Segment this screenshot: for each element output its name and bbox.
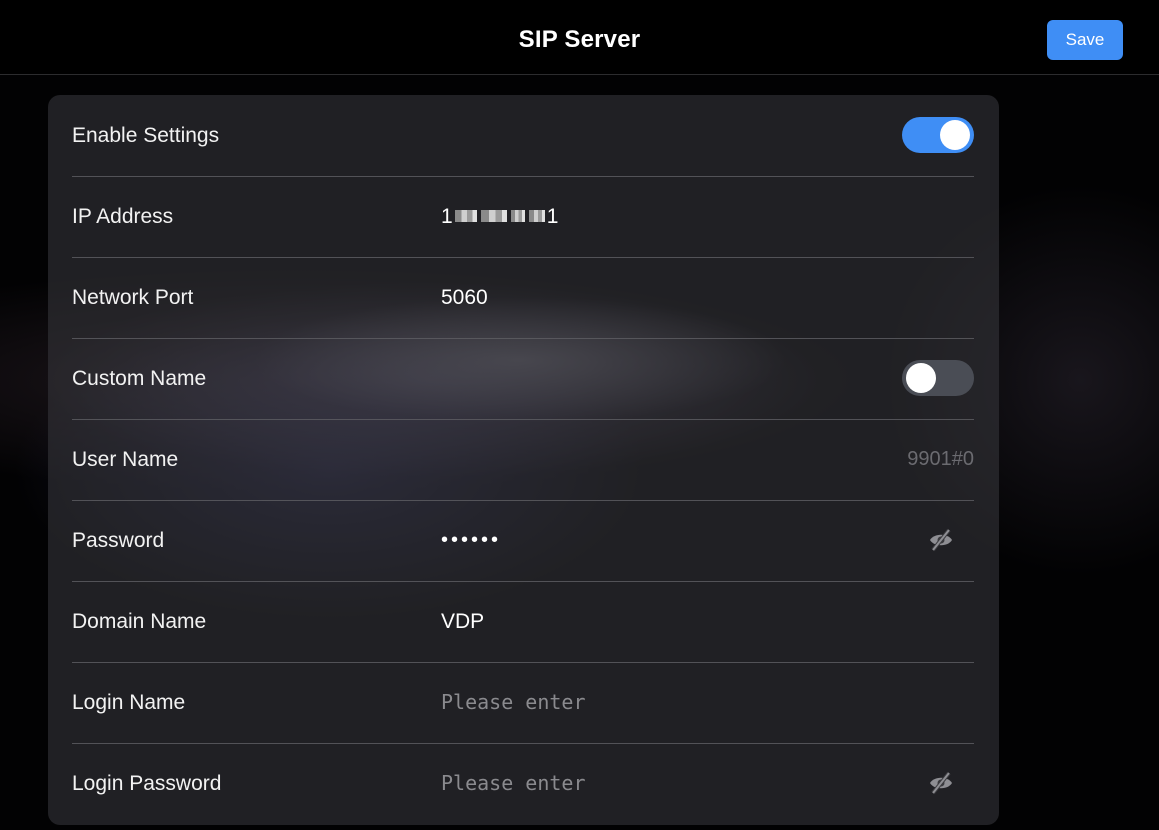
settings-card: Enable Settings IP Address 11 Network Po… (48, 95, 999, 825)
ip-address-last-digit: 1 (546, 205, 559, 228)
redacted-block (510, 210, 525, 223)
login-name-row: Login Name Please enter (72, 662, 974, 744)
toggle-knob (906, 363, 936, 393)
ip-address-row: IP Address 11 (72, 176, 974, 258)
save-button[interactable]: Save (1047, 20, 1123, 60)
user-name-label: User Name (72, 448, 179, 471)
ip-address-field[interactable]: 11 (441, 176, 558, 257)
network-port-field[interactable]: 5060 (441, 257, 488, 338)
domain-name-row: Domain Name VDP (72, 581, 974, 663)
eye-slash-icon[interactable] (928, 771, 954, 795)
login-password-input[interactable]: Please enter (441, 743, 586, 824)
login-password-label: Login Password (72, 772, 222, 795)
login-password-row: Login Password Please enter (72, 743, 974, 824)
user-name-value: 9901#0 (907, 448, 974, 470)
enable-settings-toggle[interactable] (902, 117, 974, 153)
network-port-row: Network Port 5060 (72, 257, 974, 339)
ip-address-first-digit: 1 (441, 205, 453, 228)
page-title: SIP Server (518, 26, 641, 53)
redacted-block (480, 210, 507, 223)
toggle-knob (940, 120, 970, 150)
network-port-label: Network Port (72, 286, 194, 309)
custom-name-row: Custom Name (72, 338, 974, 420)
user-name-row: User Name 9901#0 (72, 419, 974, 501)
enable-settings-label: Enable Settings (72, 124, 220, 147)
password-field[interactable]: •••••• (441, 500, 501, 581)
redacted-block (454, 210, 477, 223)
custom-name-toggle[interactable] (902, 360, 974, 396)
header-bar: SIP Server Save (0, 0, 1159, 75)
eye-slash-icon[interactable] (928, 528, 954, 552)
domain-name-label: Domain Name (72, 610, 207, 633)
sip-server-screen: SIP Server Save Enable Settings IP Addre… (0, 0, 1159, 830)
login-name-label: Login Name (72, 691, 186, 714)
password-label: Password (72, 529, 165, 552)
login-name-input[interactable]: Please enter (441, 662, 586, 743)
custom-name-label: Custom Name (72, 367, 207, 390)
enable-settings-row: Enable Settings (72, 95, 974, 177)
redacted-block (528, 210, 545, 223)
domain-name-field[interactable]: VDP (441, 581, 484, 662)
ip-address-label: IP Address (72, 205, 174, 228)
password-row: Password •••••• (72, 500, 974, 582)
